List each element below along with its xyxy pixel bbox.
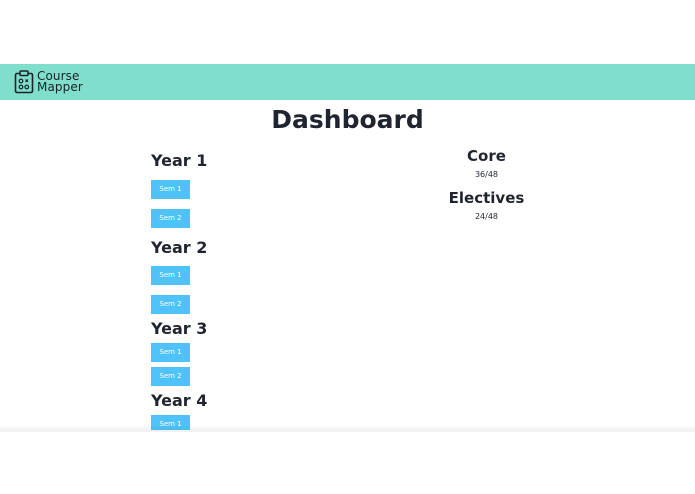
clipboard-icon	[14, 70, 34, 94]
year-4-heading: Year 4	[151, 391, 208, 410]
year-1-heading: Year 1	[151, 151, 208, 170]
viewport-edge-shadow	[0, 426, 695, 432]
core-progress-value: 36/48	[474, 170, 499, 179]
year-3-heading: Year 3	[151, 319, 208, 338]
year-2-heading: Year 2	[151, 238, 208, 257]
core-heading: Core	[467, 147, 506, 165]
brand-logo-link[interactable]: Course Mapper	[14, 69, 83, 95]
year-2-sem-2-button[interactable]: Sem 2	[151, 295, 190, 314]
year-1-sem-2-button[interactable]: Sem 2	[151, 209, 190, 228]
brand-name: Course Mapper	[37, 70, 83, 94]
year-3-sem-1-button[interactable]: Sem 1	[151, 343, 190, 362]
page: Course Mapper Dashboard Year 1 Sem 1 Sem…	[0, 0, 695, 494]
brand-line-2: Mapper	[37, 80, 83, 94]
navbar: Course Mapper	[0, 64, 695, 100]
electives-progress-value: 24/48	[474, 212, 499, 221]
year-1-sem-1-button[interactable]: Sem 1	[151, 180, 190, 199]
viewport-bottom-blank	[0, 430, 695, 494]
year-3-sem-2-button[interactable]: Sem 2	[151, 367, 190, 386]
electives-heading: Electives	[448, 189, 525, 207]
page-title: Dashboard	[271, 105, 424, 134]
year-2-sem-1-button[interactable]: Sem 1	[151, 266, 190, 285]
